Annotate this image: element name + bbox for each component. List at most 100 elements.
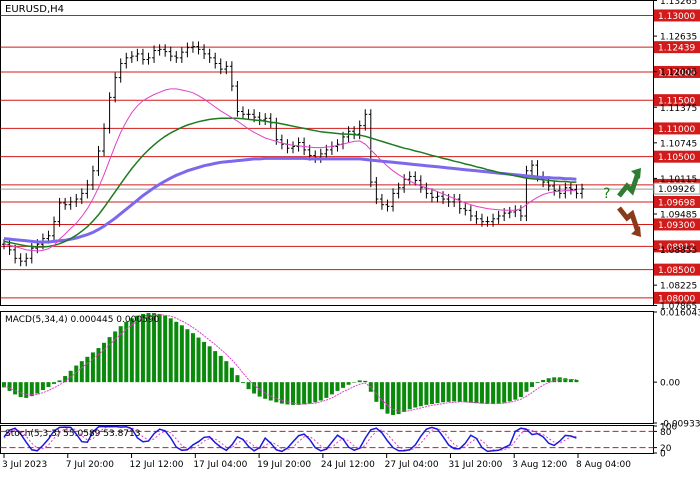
- macd-bar: [207, 346, 212, 383]
- macd-bar: [174, 321, 179, 383]
- macd-bar: [307, 382, 312, 404]
- macd-bar: [29, 382, 34, 397]
- macd-bar: [418, 382, 423, 407]
- macd-bar: [202, 341, 207, 383]
- macd-bar: [163, 315, 168, 383]
- macd-bar: [185, 329, 190, 383]
- macd-bar: [491, 382, 496, 405]
- macd-bar: [190, 333, 195, 383]
- macd-bar: [463, 382, 468, 403]
- macd-bar: [168, 318, 173, 383]
- macd-bar: [535, 382, 540, 384]
- macd-bar: [313, 382, 318, 403]
- macd-bar: [346, 382, 351, 385]
- time-tick-label: 8 Aug 04:00: [576, 460, 631, 470]
- time-tick-label: 12 Jul 12:00: [130, 460, 184, 470]
- price-tick-label: 1.08225: [660, 282, 697, 292]
- macd-bar: [46, 382, 51, 387]
- time-tick-label: 3 Jul 2023: [2, 460, 47, 470]
- question-mark: ?: [603, 186, 610, 202]
- symbol-title: EURUSD,H4: [5, 4, 64, 15]
- macd-bar: [240, 382, 245, 384]
- macd-bar: [268, 382, 273, 401]
- macd-bar: [496, 382, 501, 404]
- macd-bar: [429, 382, 434, 405]
- macd-bar: [213, 351, 218, 383]
- macd-bar: [291, 382, 295, 405]
- price-panel: EURUSD,H4 1.130001.124391.120001.115001.…: [0, 0, 700, 312]
- time-tick-label: 19 Jul 20:00: [257, 460, 311, 470]
- macd-bar: [341, 382, 346, 388]
- macd-bar: [35, 382, 40, 394]
- chart: EURUSD,H4 1.130001.124391.120001.115001.…: [0, 0, 700, 470]
- macd-bar: [518, 382, 523, 398]
- macd-bar: [385, 382, 390, 414]
- macd-bar: [179, 325, 184, 383]
- macd-bar: [513, 382, 518, 400]
- macd-bar: [468, 382, 473, 403]
- macd-bar: [218, 355, 223, 383]
- macd-bar: [335, 382, 340, 391]
- macd-bar: [79, 361, 84, 383]
- current-price-label: 1.09926: [658, 185, 695, 195]
- price-tick-label: 1.12635: [660, 33, 697, 43]
- macd-bar: [302, 382, 307, 405]
- level-label: 1.08500: [658, 266, 695, 276]
- macd-panel: MACD(5,34,4) 0.000445 0.000590 0.016043 0…: [0, 309, 700, 430]
- macd-bar: [379, 382, 384, 410]
- macd-bar: [85, 356, 90, 383]
- macd-bar: [57, 380, 62, 383]
- stoch-tick-label: 80: [660, 428, 672, 438]
- price-tick-label: 1.13265: [660, 0, 697, 7]
- macd-tick-label: 0.00: [660, 379, 680, 389]
- macd-bar: [129, 318, 134, 383]
- stoch-label: Stoch(5,3,3) 55.0589 53.8713: [5, 429, 140, 439]
- level-label: 1.09300: [658, 221, 695, 231]
- macd-bar: [474, 382, 479, 404]
- macd-axis: 0.0160430.00-0.009339: [653, 309, 700, 430]
- macd-bar: [252, 382, 257, 394]
- macd-label: MACD(5,34,4) 0.000445 0.000590: [5, 315, 160, 325]
- level-label: 1.12439: [658, 44, 695, 54]
- time-tick-label: 31 Jul 20:00: [448, 460, 502, 470]
- time-tick-label: 27 Jul 04:00: [385, 460, 439, 470]
- macd-bar: [13, 382, 18, 395]
- macd-bar: [324, 382, 329, 398]
- macd-bar: [18, 382, 23, 398]
- macd-bar: [246, 382, 251, 390]
- time-tick-label: 24 Jul 12:00: [321, 460, 375, 470]
- macd-bar: [24, 382, 29, 398]
- time-axis: 3 Jul 2023 7 Jul 20:00 12 Jul 12:00 17 Jul …: [2, 454, 631, 470]
- level-label: 1.10500: [658, 153, 695, 163]
- macd-bar: [563, 378, 568, 383]
- macd-bar: [479, 382, 484, 404]
- macd-bar: [407, 382, 412, 410]
- level-label: 1.11000: [658, 125, 695, 135]
- price-tick-label: 1.11375: [660, 104, 697, 114]
- macd-bar: [507, 382, 512, 402]
- macd-bar: [329, 382, 334, 395]
- macd-bar: [263, 382, 268, 399]
- macd-bar: [113, 331, 118, 383]
- macd-bar: [413, 382, 418, 408]
- macd-bar: [96, 348, 101, 383]
- macd-bar: [63, 376, 68, 383]
- macd-bar: [485, 382, 490, 405]
- macd-bar: [396, 382, 401, 415]
- level-label: 1.09698: [658, 198, 695, 208]
- macd-bar: [424, 382, 429, 405]
- price-tick-label: 1.08855: [660, 246, 697, 256]
- macd-bar: [457, 382, 462, 402]
- macd-tick-label: 0.016043: [660, 309, 700, 319]
- price-tick-label: 1.10745: [660, 139, 697, 149]
- macd-bar: [546, 378, 551, 383]
- macd-bar: [352, 382, 357, 383]
- macd-bar: [452, 382, 457, 402]
- level-label: 1.13000: [658, 12, 695, 22]
- macd-bar: [441, 382, 446, 403]
- price-tick-label: 1.12005: [660, 68, 697, 78]
- stoch-panel: Stoch(5,3,3) 55.0589 53.8713 10080200: [0, 423, 677, 460]
- macd-bar: [529, 382, 534, 387]
- macd-bar: [446, 382, 451, 402]
- stoch-tick-label: 0: [660, 450, 666, 460]
